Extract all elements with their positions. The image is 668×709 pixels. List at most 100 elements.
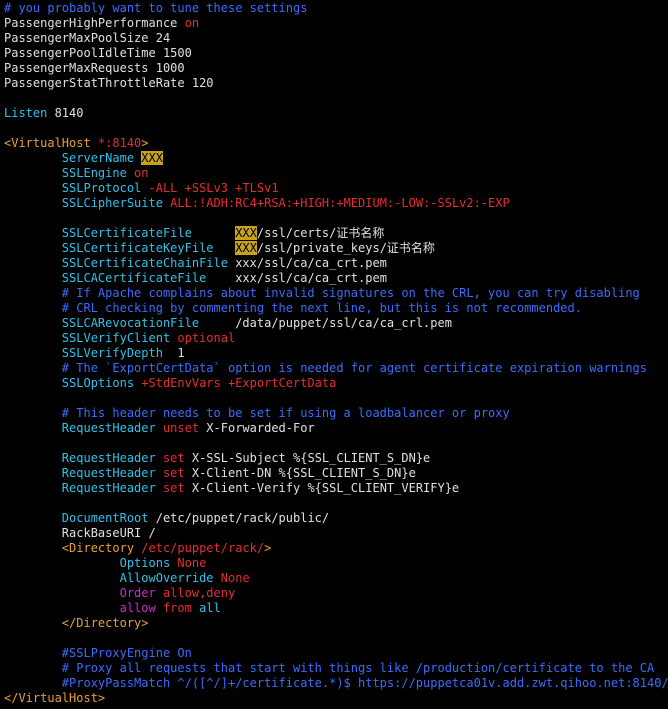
code-token: Order [119, 586, 156, 600]
code-line: ServerName XXX [4, 151, 668, 166]
code-token: # The `ExportCertData` option is needed … [4, 361, 647, 375]
code-token: <VirtualHost [4, 136, 98, 150]
code-line: SSLVerifyClient optional [4, 331, 668, 346]
code-line: allow from all [4, 601, 668, 616]
code-token: AllowOverride [119, 571, 214, 585]
code-line: # This header needs to be set if using a… [4, 406, 668, 421]
code-line: PassengerMaxRequests 1000 [4, 61, 668, 76]
terminal-editor[interactable]: # you probably want to tune these settin… [4, 1, 668, 709]
code-token: X-SSL-Subject %{SSL_CLIENT_S_DN}e [184, 451, 431, 465]
code-token: -ALL +SSLv3 +TLSv1 [141, 181, 279, 195]
code-token: X-Forwarded-For [199, 421, 315, 435]
code-token: on [184, 16, 200, 30]
code-line: SSLCertificateKeyFile XXX/ssl/private_ke… [4, 241, 668, 256]
code-token: RequestHeader [61, 481, 156, 495]
code-token: ALL:!ADH:RC4+RSA:+HIGH:+MEDIUM:-LOW:-SSL… [162, 196, 510, 210]
code-line: AllowOverride None [4, 571, 668, 586]
code-token: > [264, 541, 272, 555]
search-highlight: XXX [141, 151, 163, 165]
code-token: PassengerPoolIdleTime 1500 [4, 46, 192, 60]
code-line: DocumentRoot /etc/puppet/rack/public/ [4, 511, 668, 526]
code-token: on [126, 166, 149, 180]
code-token: <Directory [61, 541, 142, 555]
code-token: SSLVerifyClient [61, 331, 171, 345]
code-token: xxx/ssl/ca/ca_crt.pem [206, 271, 387, 285]
code-token: *:8140 [97, 136, 142, 150]
code-token: RackBaseURI / [4, 526, 156, 540]
code-line: Options None [4, 556, 668, 571]
code-token: None [213, 571, 250, 585]
code-line: RequestHeader set X-SSL-Subject %{SSL_CL… [4, 451, 668, 466]
code-token: xxx/ssl/ca/ca_crt.pem [227, 256, 387, 270]
code-line: # you probably want to tune these settin… [4, 1, 668, 16]
code-token: SSLVerifyDepth [61, 346, 163, 360]
code-token: X-Client-Verify %{SSL_CLIENT_VERIFY}e [184, 481, 460, 495]
code-line: PassengerStatThrottleRate 120 [4, 76, 668, 91]
code-line: # If Apache complains about invalid sign… [4, 286, 668, 301]
code-token: PassengerHighPerformance [4, 16, 185, 30]
code-token: SSLCARevocationFile [61, 316, 200, 330]
code-token: allow,deny [155, 586, 236, 600]
code-token: None [170, 556, 207, 570]
code-line: SSLOptions +StdEnvVars +ExportCertData [4, 376, 668, 391]
code-token: from [155, 601, 192, 615]
code-line: #SSLProxyEngine On [4, 646, 668, 661]
code-token: SSLOptions [61, 376, 135, 390]
code-token: PassengerMaxRequests 1000 [4, 61, 185, 75]
code-line: SSLCACertificateFile xxx/ssl/ca/ca_crt.p… [4, 271, 668, 286]
code-token: /data/puppet/ssl/ca/ca_crl.pem [199, 316, 452, 330]
code-token: all [191, 601, 221, 615]
code-line: SSLProtocol -ALL +SSLv3 +TLSv1 [4, 181, 668, 196]
code-line: # CRL checking by commenting the next li… [4, 301, 668, 316]
code-line: RequestHeader set X-Client-Verify %{SSL_… [4, 481, 668, 496]
code-line: # Proxy all requests that start with thi… [4, 661, 668, 676]
code-token: SSLCipherSuite [61, 196, 163, 210]
code-token: > [141, 136, 149, 150]
code-token: RequestHeader [61, 451, 156, 465]
code-line: # The `ExportCertData` option is needed … [4, 361, 668, 376]
code-token: # CRL checking by commenting the next li… [4, 301, 582, 315]
code-line: SSLEngine on [4, 166, 668, 181]
code-token: PassengerStatThrottleRate 120 [4, 76, 214, 90]
code-token: /ssl/certs/证书名称 [256, 226, 385, 240]
code-token: unset [155, 421, 200, 435]
code-token: /etc/puppet/rack/public/ [148, 511, 330, 525]
code-token: set [155, 481, 185, 495]
code-line: PassengerHighPerformance on [4, 16, 668, 31]
search-highlight: XXX [235, 241, 257, 255]
code-token: 1 [162, 346, 185, 360]
code-line: PassengerPoolIdleTime 1500 [4, 46, 668, 61]
code-token: # Proxy all requests that start with thi… [4, 661, 655, 675]
code-line: SSLCertificateChainFile xxx/ssl/ca/ca_cr… [4, 256, 668, 271]
code-token: #ProxyPassMatch ^/([^/]+/certificate.*)$… [4, 676, 668, 690]
code-token: RequestHeader [61, 421, 156, 435]
code-line: Order allow,deny [4, 586, 668, 601]
code-token: SSLCACertificateFile [61, 271, 207, 285]
code-token: set [155, 466, 185, 480]
code-line: </VirtualHost> [4, 691, 668, 706]
code-line: </Directory> [4, 616, 668, 631]
code-token: # This header needs to be set if using a… [4, 406, 510, 420]
code-line: RequestHeader unset X-Forwarded-For [4, 421, 668, 436]
code-token: # you probably want to tune these settin… [4, 1, 308, 15]
code-token: PassengerMaxPoolSize 24 [4, 31, 171, 45]
code-line: <VirtualHost *:8140> [4, 136, 668, 151]
